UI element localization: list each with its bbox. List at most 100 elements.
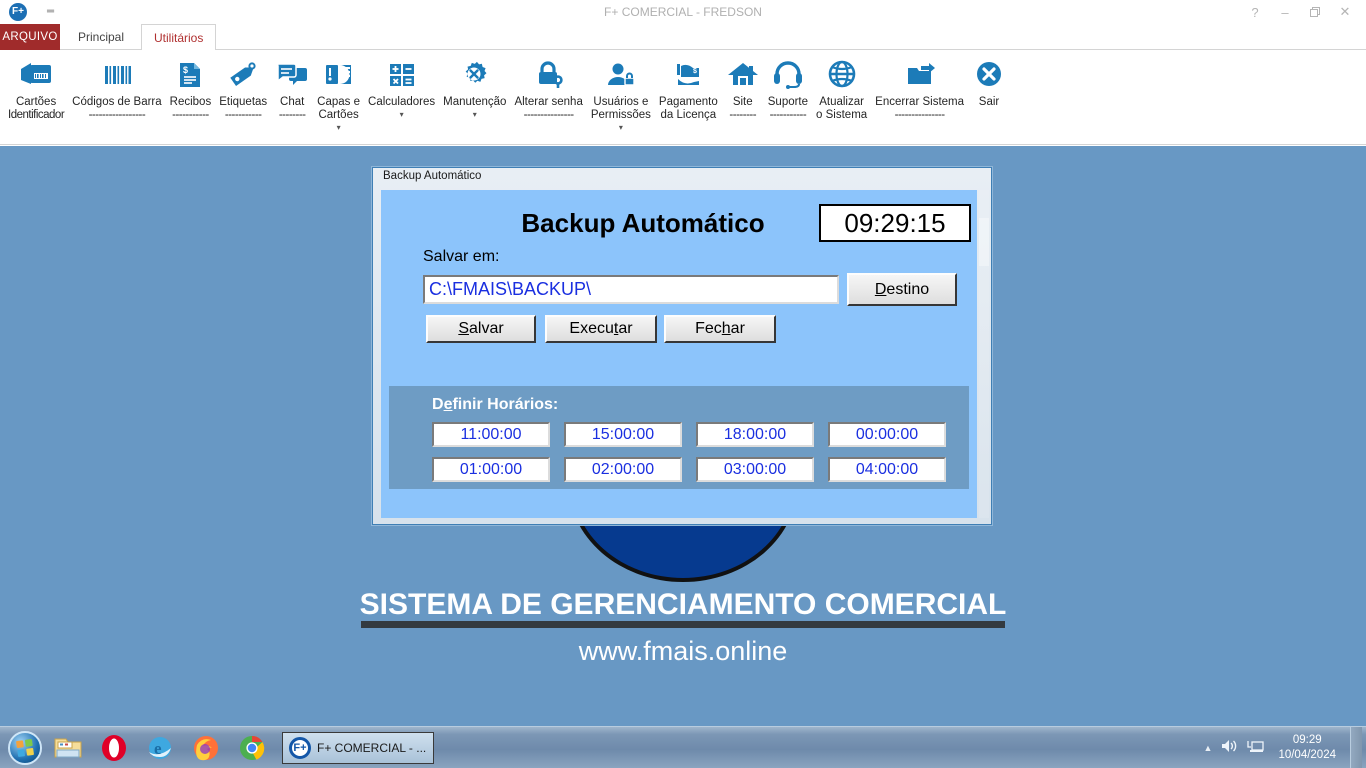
close-button[interactable]: ✕ (1330, 1, 1360, 23)
schedule-slot: 01:00:00 (432, 457, 564, 482)
ribbon-sublabel: o Sistema (816, 109, 868, 121)
svg-text:e: e (154, 739, 162, 758)
windows-start-orb-icon[interactable] (8, 730, 42, 765)
network-icon[interactable] (1246, 738, 1265, 759)
schedule-slot: 03:00:00 (696, 457, 828, 482)
chevron-down-icon[interactable]: ▾ (337, 122, 341, 133)
close-circle-icon (972, 54, 1006, 96)
ribbon-button-recibos[interactable]: $ Recibos ----------- (166, 52, 216, 122)
taskbar-firefox-icon[interactable] (186, 730, 226, 766)
home-icon (726, 54, 760, 96)
tray-clock[interactable]: 09:29 10/04/2024 (1272, 733, 1342, 763)
mdi-workspace: SISTEMA DE GERENCIAMENTO COMERCIAL www.f… (0, 146, 1366, 726)
executar-button[interactable]: Execu t ar (545, 315, 657, 343)
dialog-titlebar: Backup Automático (383, 170, 482, 182)
btn-text: estino (886, 280, 930, 298)
ribbon-button-usuarios-e-permissoes[interactable]: Usuários e Permissões ▾ (587, 52, 655, 133)
taskbar-file-explorer-icon[interactable] (48, 730, 88, 766)
ribbon-button-atualizar-o-sistema[interactable]: Atualizar o Sistema (812, 52, 871, 122)
ribbon-button-encerrar-sistema[interactable]: Encerrar Sistema --------------- (871, 52, 968, 122)
ribbon-sublabel: -------- (729, 109, 757, 121)
barcode-icon (100, 54, 134, 96)
backup-path-input[interactable]: C:\FMAIS\BACKUP\ (423, 275, 839, 304)
schedule-slot: 15:00:00 (564, 422, 696, 447)
ribbon-label: Suporte (767, 96, 809, 108)
tray-date: 10/04/2024 (1278, 749, 1336, 761)
show-hidden-icons-button[interactable]: ▲ (1204, 743, 1213, 753)
ribbon-button-cartoes-identificador[interactable]: Cartões Identificador (4, 52, 68, 122)
restore-icon (1309, 6, 1320, 17)
time-input-2[interactable]: 15:00:00 (564, 422, 682, 447)
receipt-icon: $ (173, 54, 207, 96)
ribbon-label: Sair (978, 96, 1000, 108)
taskbar-task-fmais[interactable]: F+ F+ COMERCIAL - ... (282, 731, 434, 764)
taskbar-chrome-icon[interactable] (232, 730, 272, 766)
lock-key-icon (532, 54, 566, 96)
show-desktop-button[interactable] (1350, 727, 1362, 768)
ribbon-sublabel: ----------- (172, 109, 209, 121)
ribbon-label: Atualizar (819, 96, 864, 108)
time-input-7[interactable]: 03:00:00 (696, 457, 814, 482)
tab-arquivo[interactable]: ARQUIVO (0, 24, 60, 50)
help-icon[interactable]: ? (1240, 1, 1270, 23)
schedule-slot: 02:00:00 (564, 457, 696, 482)
time-input-3[interactable]: 18:00:00 (696, 422, 814, 447)
ribbon-label: Códigos de Barra (72, 96, 162, 108)
btn-text: ar (730, 320, 745, 337)
ribbon-button-alterar-senha[interactable]: Alterar senha --------------- (510, 52, 586, 122)
fechar-button[interactable]: Fec h ar (664, 315, 776, 343)
ribbon-button-chat[interactable]: Chat -------- (271, 52, 313, 122)
ribbon-button-manutencao[interactable]: Manutenção ▾ (439, 52, 510, 120)
ribbon: Cartões Identificador Códigos de Barra -… (0, 50, 1366, 188)
time-input-5[interactable]: 01:00:00 (432, 457, 550, 482)
ribbon-button-etiquetas[interactable]: Etiquetas ----------- (215, 52, 271, 122)
ribbon-button-sair[interactable]: Sair (968, 52, 1010, 109)
tab-utilitarios[interactable]: Utilitários (141, 24, 217, 51)
brand-url: www.fmais.online (578, 636, 788, 666)
chevron-down-icon[interactable]: ▾ (619, 122, 623, 133)
salvar-button[interactable]: Salvar (426, 315, 536, 343)
tray-time: 09:29 (1292, 734, 1322, 746)
ribbon-sublabel: Cartões (318, 109, 359, 121)
ribbon-sublabel: ----------- (769, 109, 807, 121)
taskbar-internet-explorer-icon[interactable]: e (140, 730, 180, 766)
ribbon-button-capas-e-cartoes[interactable]: Capas e Cartões ▾ (313, 52, 364, 133)
btn-text: alvar (468, 320, 504, 337)
time-input-8[interactable]: 04:00:00 (828, 457, 946, 482)
chevron-down-icon[interactable]: ▾ (473, 109, 477, 120)
ribbon-button-site[interactable]: Site -------- (722, 52, 764, 122)
minimize-button[interactable]: – (1270, 1, 1300, 23)
ribbon-button-codigos-de-barra[interactable]: Códigos de Barra ----------------- (68, 52, 166, 122)
tab-principal[interactable]: Principal (66, 24, 136, 50)
ribbon-label: Capas e (317, 96, 361, 108)
btn-text-pre: Execu (569, 320, 614, 337)
ribbon-label: Chat (280, 96, 305, 108)
ribbon-tabs: ARQUIVO Principal Utilitários Entrar (0, 24, 1366, 72)
destino-button[interactable]: Destino (847, 273, 957, 306)
taskbar-opera-icon[interactable] (94, 730, 134, 766)
ribbon-sublabel: -------- (278, 109, 306, 121)
restore-button[interactable] (1300, 1, 1330, 23)
schedule-time-grid: 11:00:00 15:00:00 18:00:00 00:00:00 01:0… (432, 422, 960, 482)
ribbon-sublabel: --------------- (894, 109, 945, 121)
ribbon-label: Alterar senha (514, 96, 583, 108)
time-input-4[interactable]: 00:00:00 (828, 422, 946, 447)
time-input-6[interactable]: 02:00:00 (564, 457, 682, 482)
chevron-down-icon[interactable]: ▾ (400, 109, 404, 120)
backup-path-value: C:\FMAIS\BACKUP\ (429, 279, 592, 299)
headset-icon (771, 54, 805, 96)
time-input-1[interactable]: 11:00:00 (432, 422, 550, 447)
globe-icon (825, 54, 859, 96)
ribbon-button-pagamento-da-licenca[interactable]: $ Pagamento da Licença (655, 52, 722, 122)
ribbon-button-suporte[interactable]: Suporte ----------- (764, 52, 812, 122)
dialog-scrollbar[interactable] (979, 190, 989, 518)
ribbon-sublabel: ----------- (224, 109, 262, 121)
ribbon-label: Encerrar Sistema (875, 96, 965, 108)
dialog-heading: Backup Automático (521, 208, 765, 238)
scrollbar-thumb[interactable] (979, 218, 989, 266)
volume-icon[interactable] (1220, 738, 1238, 759)
schedule-title: Definir Horários: (432, 396, 558, 414)
svg-text:$: $ (693, 68, 697, 75)
ribbon-button-calculadores[interactable]: Calculadores ▾ (364, 52, 439, 120)
schedule-title-pre: D (432, 396, 444, 413)
